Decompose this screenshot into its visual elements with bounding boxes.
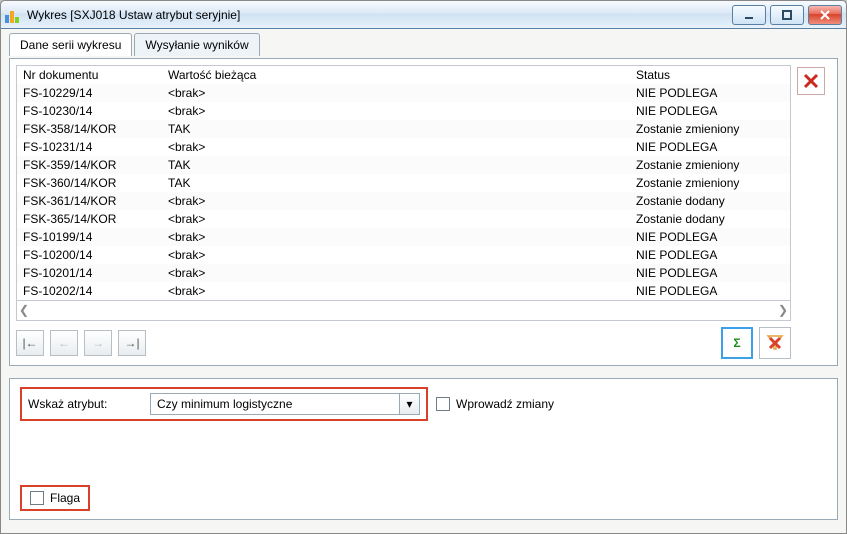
cell-status: NIE PODLEGA [630,228,790,246]
table-row[interactable]: FSK-361/14/KOR<brak>Zostanie dodany [17,192,790,210]
cell-status: NIE PODLEGA [630,246,790,264]
close-button[interactable] [808,5,842,25]
grid-body: FS-10229/14<brak>NIE PODLEGAFS-10230/14<… [17,84,790,300]
sum-button[interactable]: Σ [721,327,753,359]
tab-send-results[interactable]: Wysyłanie wyników [134,33,259,56]
cell-status: Zostanie dodany [630,210,790,228]
cell-document: FSK-361/14/KOR [17,192,162,210]
chevron-down-icon: ▾ [399,394,419,414]
table-row[interactable]: FS-10201/14<brak>NIE PODLEGA [17,264,790,282]
table-row[interactable]: FSK-365/14/KOR<brak>Zostanie dodany [17,210,790,228]
tab-bar: Dane serii wykresu Wysyłanie wyników [9,33,838,56]
cancel-filter-button[interactable] [759,327,791,359]
table-row[interactable]: FS-10199/14<brak>NIE PODLEGA [17,228,790,246]
cell-document: FS-10202/14 [17,282,162,300]
cell-document: FSK-360/14/KOR [17,174,162,192]
cell-status: Zostanie zmieniony [630,174,790,192]
col-header-status[interactable]: Status [630,66,790,84]
attribute-combobox[interactable]: Czy minimum logistyczne ▾ [150,393,420,415]
cell-status: Zostanie zmieniony [630,120,790,138]
app-window: Wykres [SXJ018 Ustaw atrybut seryjnie] D… [0,0,847,534]
cell-value: <brak> [162,282,630,300]
cell-value: <brak> [162,210,630,228]
nav-last-button[interactable]: →| [118,330,146,356]
maximize-button[interactable] [770,5,804,25]
apply-changes-group: Wprowadź zmiany [436,397,554,411]
scroll-left-icon[interactable]: ❮ [19,303,29,317]
cell-document: FS-10229/14 [17,84,162,102]
cell-document: FS-10200/14 [17,246,162,264]
grid-header: Nr dokumentu Wartość bieżąca Status [17,66,790,84]
cell-value: TAK [162,156,630,174]
cell-document: FS-10199/14 [17,228,162,246]
nav-first-button[interactable]: |← [16,330,44,356]
attribute-label: Wskaż atrybut: [28,397,138,411]
cell-value: <brak> [162,192,630,210]
cell-document: FSK-365/14/KOR [17,210,162,228]
cell-status: NIE PODLEGA [630,264,790,282]
cell-value: <brak> [162,264,630,282]
cell-status: NIE PODLEGA [630,84,790,102]
horizontal-scrollbar[interactable]: ❮ ❯ [17,300,790,318]
attribute-selected-value: Czy minimum logistyczne [157,397,292,411]
nav-next-button[interactable]: → [84,330,112,356]
minimize-button[interactable] [732,5,766,25]
cell-status: NIE PODLEGA [630,102,790,120]
cell-value: <brak> [162,102,630,120]
tab-series-data[interactable]: Dane serii wykresu [9,33,132,56]
attribute-panel: Wskaż atrybut: Czy minimum logistyczne ▾… [9,378,838,520]
cell-status: Zostanie dodany [630,192,790,210]
flag-label: Flaga [50,491,80,505]
col-header-value[interactable]: Wartość bieżąca [162,66,630,84]
remove-row-button[interactable] [797,67,825,95]
table-row[interactable]: FS-10229/14<brak>NIE PODLEGA [17,84,790,102]
chart-app-icon [5,7,21,23]
apply-changes-label: Wprowadź zmiany [456,397,554,411]
titlebar: Wykres [SXJ018 Ustaw atrybut seryjnie] [1,1,846,29]
cell-document: FSK-359/14/KOR [17,156,162,174]
data-grid[interactable]: Nr dokumentu Wartość bieżąca Status FS-1… [16,65,791,321]
cell-status: NIE PODLEGA [630,282,790,300]
nav-toolbar: |← ← → →| Σ [16,327,791,359]
table-row[interactable]: FS-10230/14<brak>NIE PODLEGA [17,102,790,120]
cell-value: <brak> [162,228,630,246]
cell-value: <brak> [162,84,630,102]
cell-document: FS-10201/14 [17,264,162,282]
flag-group: Flaga [20,485,90,511]
cell-value: <brak> [162,138,630,156]
col-header-document[interactable]: Nr dokumentu [17,66,162,84]
nav-prev-button[interactable]: ← [50,330,78,356]
table-row[interactable]: FSK-358/14/KORTAKZostanie zmieniony [17,120,790,138]
cell-value: <brak> [162,246,630,264]
client-area: Dane serii wykresu Wysyłanie wyników Nr … [1,29,846,533]
apply-changes-checkbox[interactable] [436,397,450,411]
grid-wrap: Nr dokumentu Wartość bieżąca Status FS-1… [16,65,791,359]
table-row[interactable]: FS-10231/14<brak>NIE PODLEGA [17,138,790,156]
cell-document: FS-10230/14 [17,102,162,120]
table-row[interactable]: FS-10200/14<brak>NIE PODLEGA [17,246,790,264]
sigma-icon: Σ [733,336,740,350]
cell-status: NIE PODLEGA [630,138,790,156]
red-x-icon [802,72,820,90]
side-column [791,65,831,359]
table-row[interactable]: FSK-360/14/KORTAKZostanie zmieniony [17,174,790,192]
window-buttons [732,5,842,25]
table-row[interactable]: FSK-359/14/KORTAKZostanie zmieniony [17,156,790,174]
table-row[interactable]: FS-10202/14<brak>NIE PODLEGA [17,282,790,300]
cell-value: TAK [162,174,630,192]
cell-document: FS-10231/14 [17,138,162,156]
funnel-cross-icon [765,333,785,353]
flag-checkbox[interactable] [30,491,44,505]
cell-value: TAK [162,120,630,138]
attribute-selector-group: Wskaż atrybut: Czy minimum logistyczne ▾ [20,387,428,421]
scroll-right-icon[interactable]: ❯ [778,303,788,317]
cell-status: Zostanie zmieniony [630,156,790,174]
window-title: Wykres [SXJ018 Ustaw atrybut seryjnie] [27,8,732,22]
cell-document: FSK-358/14/KOR [17,120,162,138]
series-data-panel: Nr dokumentu Wartość bieżąca Status FS-1… [9,58,838,366]
